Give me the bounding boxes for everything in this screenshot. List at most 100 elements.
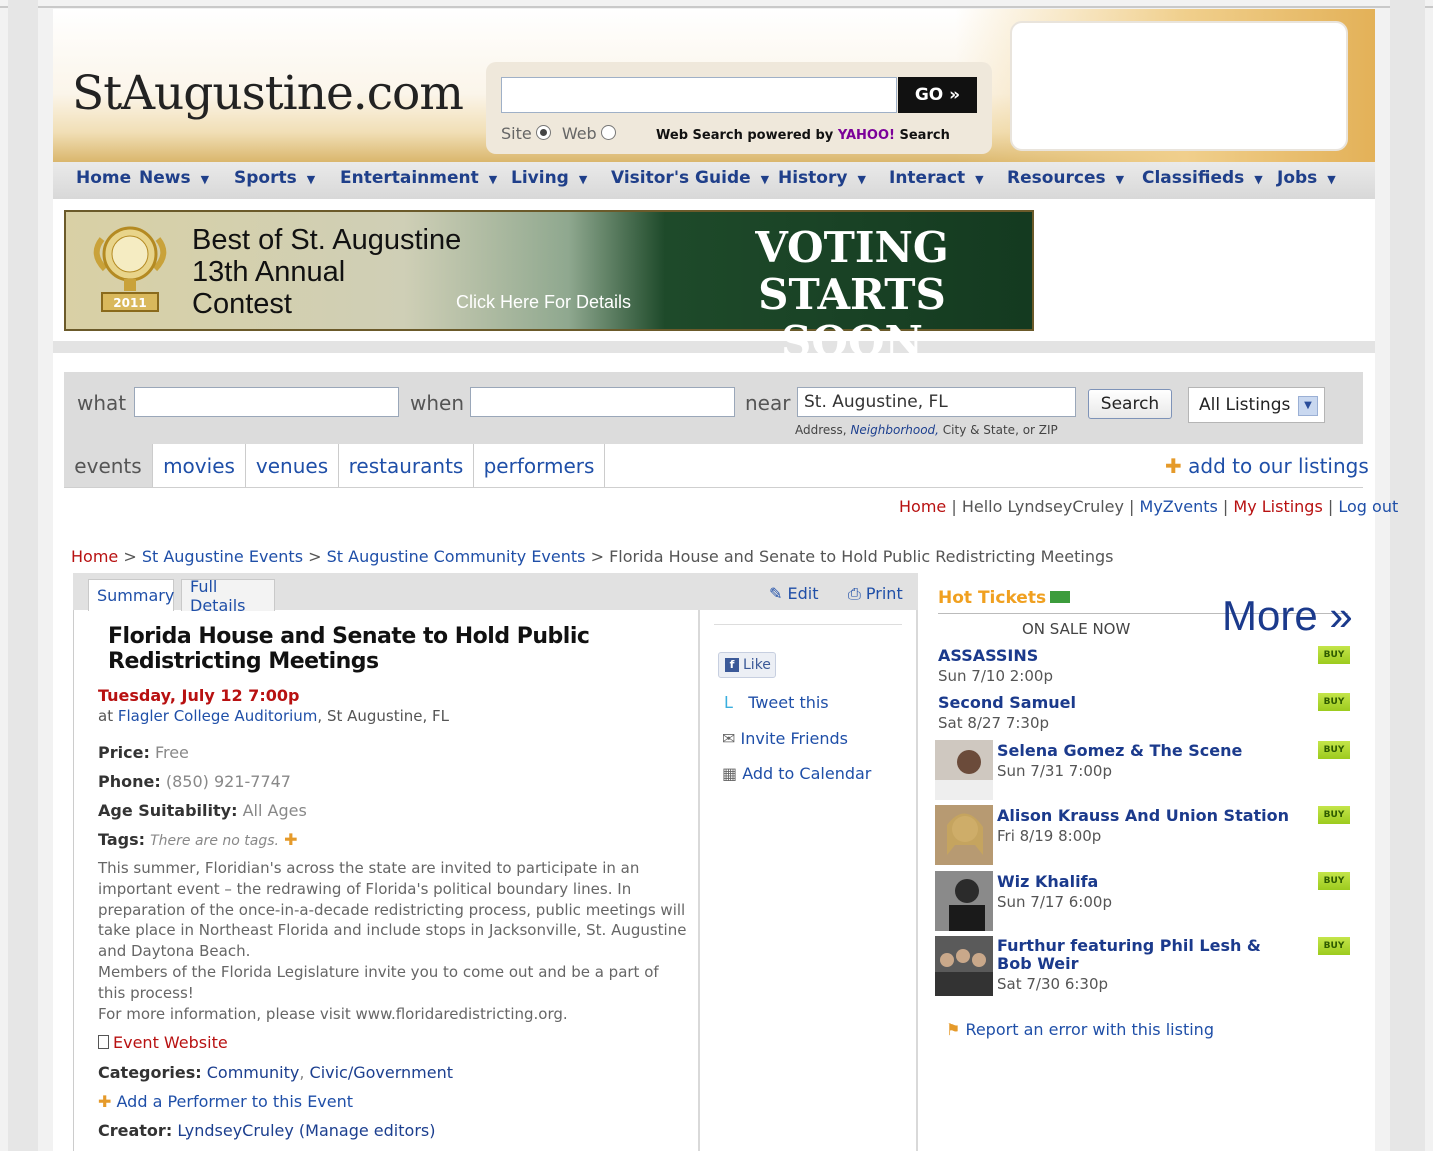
venue-link[interactable]: Flagler College Auditorium bbox=[118, 707, 318, 725]
phone-field: Phone: (850) 921-7747 bbox=[98, 772, 291, 791]
breadcrumb: Home > St Augustine Events > St Augustin… bbox=[71, 547, 1114, 566]
top-border bbox=[0, 6, 1433, 8]
search-button[interactable]: Search bbox=[1088, 389, 1172, 419]
price-value: Free bbox=[154, 743, 189, 762]
tab-restaurants[interactable]: restaurants bbox=[339, 444, 474, 487]
add-listings-link[interactable]: ✚ add to our listings bbox=[1165, 454, 1369, 478]
radio-web[interactable] bbox=[600, 125, 616, 140]
event-title-line: Florida House and Senate to Hold Public bbox=[108, 624, 590, 649]
add-performer-link[interactable]: ✚ Add a Performer to this Event bbox=[98, 1092, 353, 1111]
event-website-link[interactable]: Event Website bbox=[98, 1033, 228, 1052]
hot-tickets-label: Hot Tickets bbox=[938, 588, 1047, 608]
page-right-gutter bbox=[1390, 0, 1425, 1151]
nav-resources[interactable]: Resources ▼ bbox=[1007, 168, 1124, 188]
tab-events[interactable]: events bbox=[64, 444, 153, 487]
nav-jobs[interactable]: Jobs ▼ bbox=[1277, 168, 1336, 188]
tweet-link[interactable]: ᒪ Tweet this bbox=[724, 693, 829, 712]
ticket-thumbnail[interactable] bbox=[935, 740, 993, 800]
buy-button[interactable]: BUY bbox=[1318, 741, 1350, 759]
breadcrumb-community[interactable]: St Augustine Community Events bbox=[327, 547, 586, 566]
nav-home[interactable]: Home bbox=[76, 168, 131, 188]
ticket-name[interactable]: ASSASSINS bbox=[938, 646, 1038, 665]
powered-by: Web Search powered by YAHOO! Search bbox=[656, 128, 950, 143]
listings-select[interactable]: All Listings ▼ bbox=[1188, 387, 1325, 423]
phone-value: (850) 921-7747 bbox=[165, 772, 291, 791]
nav-interact[interactable]: Interact ▼ bbox=[889, 168, 984, 188]
category-link[interactable]: Community bbox=[207, 1063, 300, 1082]
nav-history[interactable]: History ▼ bbox=[778, 168, 866, 188]
user-home-link[interactable]: Home bbox=[899, 497, 946, 516]
invite-friends-link[interactable]: ✉ Invite Friends bbox=[722, 729, 848, 748]
radio-site[interactable] bbox=[535, 125, 551, 140]
facebook-like-button[interactable]: f Like bbox=[718, 652, 776, 678]
ticket-thumbnail[interactable] bbox=[935, 936, 993, 996]
logout-link[interactable]: Log out bbox=[1338, 497, 1398, 516]
tab-summary[interactable]: Summary bbox=[88, 579, 174, 611]
nav-visitors-guide[interactable]: Visitor's Guide ▼ bbox=[611, 168, 769, 188]
at-prefix: at bbox=[98, 707, 114, 725]
creator-field: Creator: LyndseyCruley (Manage editors) bbox=[98, 1121, 435, 1140]
hint-prefix: Address, bbox=[795, 423, 847, 437]
calendar-icon: ▦ bbox=[722, 764, 738, 783]
banner-title-line: 13th Annual bbox=[192, 256, 346, 288]
buy-button[interactable]: BUY bbox=[1318, 937, 1350, 955]
breadcrumb-events[interactable]: St Augustine Events bbox=[142, 547, 303, 566]
buy-button[interactable]: BUY bbox=[1318, 872, 1350, 890]
event-title: Florida House and Senate to Hold Public … bbox=[108, 624, 668, 674]
powered-prefix: Web Search powered by bbox=[656, 128, 834, 143]
add-tag-icon[interactable]: ✚ bbox=[284, 830, 297, 849]
what-input[interactable] bbox=[134, 387, 399, 417]
nav-sports[interactable]: Sports ▼ bbox=[234, 168, 315, 188]
buy-button[interactable]: BUY bbox=[1318, 693, 1350, 711]
my-listings-link[interactable]: My Listings bbox=[1233, 497, 1322, 516]
nav-news[interactable]: News ▼ bbox=[139, 168, 209, 188]
banner-click-link[interactable]: Click Here For Details bbox=[456, 292, 631, 313]
add-calendar-link[interactable]: ▦ Add to Calendar bbox=[722, 764, 871, 783]
edit-label: Edit bbox=[787, 584, 819, 603]
nav-classifieds[interactable]: Classifieds ▼ bbox=[1142, 168, 1263, 188]
go-button[interactable]: GO » bbox=[898, 77, 977, 113]
ticket-name[interactable]: Alison Krauss And Union Station bbox=[997, 806, 1289, 825]
hint-neighborhood-link[interactable]: Neighborhood, bbox=[850, 423, 939, 437]
ticket-thumbnail[interactable] bbox=[935, 871, 993, 931]
chevron-down-icon: ▼ bbox=[1115, 173, 1125, 186]
trophy-icon: 2011 bbox=[93, 226, 167, 312]
tab-full-details[interactable]: Full Details bbox=[181, 577, 275, 615]
document-icon bbox=[98, 1035, 109, 1049]
chevron-down-icon: ▼ bbox=[1254, 173, 1263, 186]
tab-performers[interactable]: performers bbox=[474, 444, 605, 487]
report-error-link[interactable]: ⚑ Report an error with this listing bbox=[946, 1020, 1214, 1039]
listings-select-value: All Listings bbox=[1199, 395, 1291, 415]
when-input[interactable] bbox=[470, 387, 735, 417]
tab-venues[interactable]: venues bbox=[246, 444, 339, 487]
buy-button[interactable]: BUY bbox=[1318, 646, 1350, 664]
ticket-name[interactable]: Second Samuel bbox=[938, 693, 1076, 712]
creator-link[interactable]: LyndseyCruley bbox=[177, 1121, 294, 1140]
buy-button[interactable]: BUY bbox=[1318, 806, 1350, 824]
tags-label: Tags: bbox=[98, 830, 146, 849]
category-link[interactable]: Civic/Government bbox=[310, 1063, 454, 1082]
site-search-input[interactable] bbox=[501, 77, 897, 113]
ticket-name[interactable]: Selena Gomez & The Scene bbox=[997, 741, 1242, 760]
hint-suffix: City & State, or ZIP bbox=[942, 423, 1058, 437]
ticket-name[interactable]: Furthur featuring Phil Lesh & Bob Weir bbox=[997, 937, 1297, 973]
chevron-down-icon: ▼ bbox=[1327, 173, 1336, 186]
myzvents-link[interactable]: MyZvents bbox=[1140, 497, 1218, 516]
more-tickets-link[interactable]: More » bbox=[1222, 592, 1353, 640]
chevron-down-icon: ▼ bbox=[200, 173, 210, 186]
nav-entertainment[interactable]: Entertainment ▼ bbox=[340, 168, 497, 188]
on-sale-label: ON SALE NOW bbox=[1022, 620, 1131, 638]
site-logo[interactable]: StAugustine.com bbox=[72, 66, 464, 121]
edit-link[interactable]: ✎ Edit bbox=[769, 584, 818, 603]
plus-icon: ✚ bbox=[1165, 454, 1182, 478]
ticket-name[interactable]: Wiz Khalifa bbox=[997, 872, 1098, 891]
near-input[interactable] bbox=[797, 387, 1076, 417]
nav-living[interactable]: Living ▼ bbox=[511, 168, 587, 188]
print-link[interactable]: ⎙ Print bbox=[848, 584, 903, 604]
ticket-thumbnail[interactable] bbox=[935, 805, 993, 865]
voting-line: VOTING bbox=[755, 223, 949, 272]
breadcrumb-home[interactable]: Home bbox=[71, 547, 118, 566]
manage-editors-link[interactable]: (Manage editors) bbox=[299, 1121, 436, 1140]
tab-movies[interactable]: movies bbox=[153, 444, 246, 487]
divider bbox=[714, 624, 902, 625]
